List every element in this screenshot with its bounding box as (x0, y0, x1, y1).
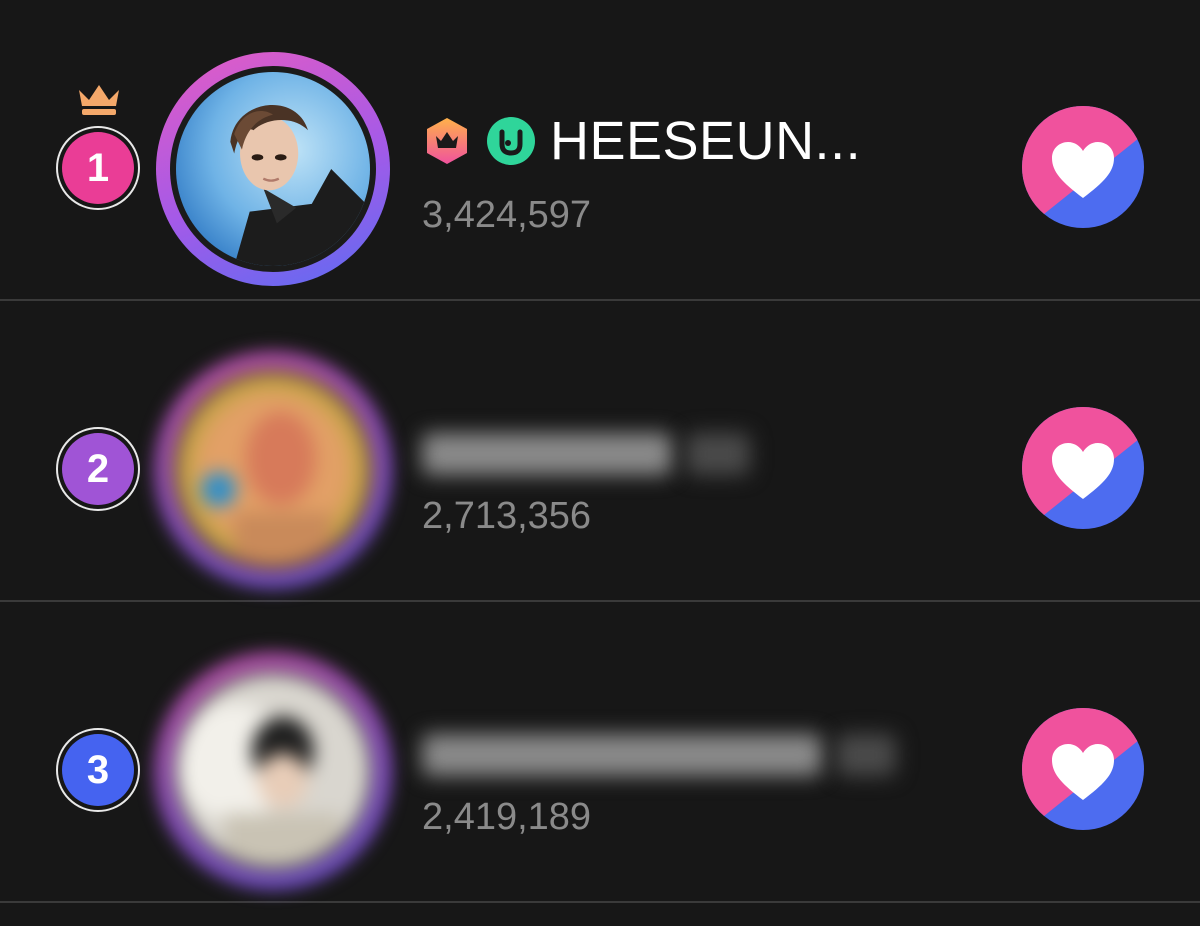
ranking-row[interactable]: 1 HEESEUN... 3,424,597 (0, 0, 1200, 301)
hidden-user-name-extra (836, 734, 896, 776)
heart-vote-icon (1022, 708, 1144, 830)
rank-number: 1 (62, 132, 134, 204)
crown-hexagon-icon (427, 118, 467, 164)
rank-number: 2 (62, 433, 134, 505)
vote-count: 3,424,597 (422, 194, 592, 236)
vote-count: 2,713,356 (422, 495, 592, 537)
avatar-photo (176, 373, 370, 567)
avatar-blurred[interactable] (156, 654, 390, 888)
avatar[interactable] (156, 52, 390, 286)
name-line (422, 433, 750, 475)
rank-badge: 3 (56, 728, 140, 812)
rank-badge: 2 (56, 427, 140, 511)
crown-icon (79, 85, 119, 115)
name-line: HEESEUN... (422, 110, 861, 172)
heart-vote-icon (1022, 407, 1144, 529)
rank-badge: 1 (56, 126, 140, 210)
avatar-blurred[interactable] (156, 353, 390, 587)
name-line (422, 734, 896, 776)
ranking-list: 1 HEESEUN... 3,424,597 2 2,713,356 3 2,4… (0, 0, 1200, 926)
hidden-user-name-extra (686, 433, 750, 475)
heart-vote-icon (1022, 106, 1144, 228)
ranking-row[interactable]: 2 2,713,356 (0, 301, 1200, 602)
vote-button[interactable] (1022, 106, 1144, 228)
ranking-row[interactable]: 3 2,419,189 (0, 602, 1200, 903)
hidden-user-name (422, 734, 822, 776)
vote-button[interactable] (1022, 708, 1144, 830)
vote-button[interactable] (1022, 407, 1144, 529)
avatar-photo (176, 674, 370, 868)
vote-count: 2,419,189 (422, 796, 592, 838)
rank-number: 3 (62, 734, 134, 806)
avatar-photo (176, 72, 370, 266)
hidden-user-name (422, 433, 672, 475)
u-circle-icon (487, 117, 535, 165)
user-name: HEESEUN... (550, 111, 862, 171)
